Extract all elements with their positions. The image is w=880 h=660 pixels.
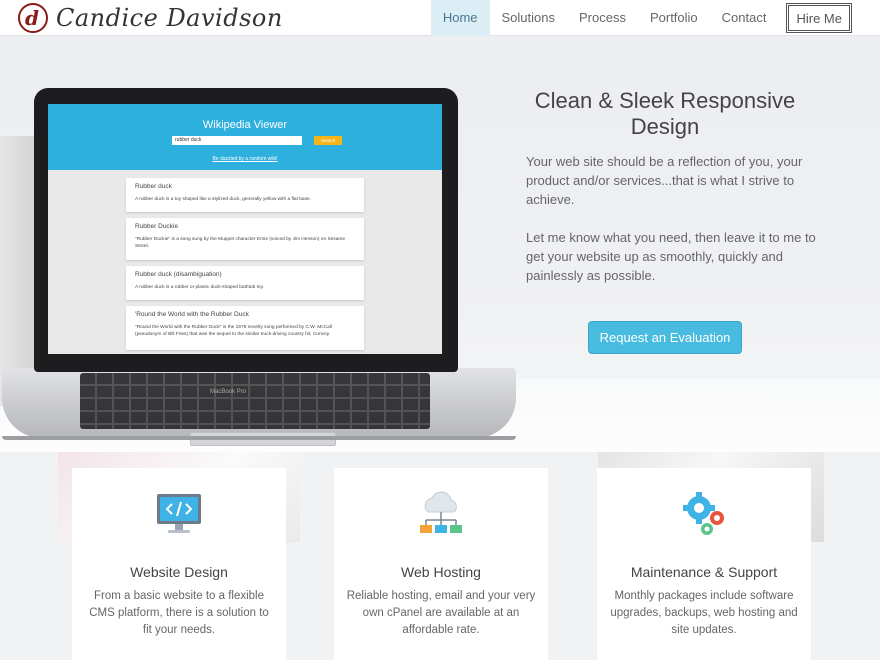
wiki-result-desc: A rubber duck is a rubber or plastic duc…: [135, 285, 264, 290]
wiki-result: 'Round the World with the Rubber Duck "R…: [126, 306, 364, 350]
wiki-result-title: Rubber duck: [135, 183, 172, 190]
nav-item-solutions[interactable]: Solutions: [490, 0, 567, 36]
service-title: Web Hosting: [401, 564, 481, 580]
hero-paragraph: Let me know what you need, then leave it…: [526, 230, 816, 283]
laptop-model-label: MacBook Pro: [210, 389, 247, 395]
hero-paragraph: Your web site should be a reflection of …: [526, 154, 803, 207]
request-evaluation-button[interactable]: Request an Evaluation: [588, 321, 742, 354]
wiki-result-title: Rubber duck (disambiguation): [135, 271, 222, 278]
wiki-result-desc: "Round the World with the Rubber Duck" i…: [135, 325, 332, 337]
service-desc: From a basic website to a flexible CMS p…: [89, 590, 269, 636]
laptop-keyboard: [80, 373, 430, 429]
nav-item-contact[interactable]: Contact: [710, 0, 779, 36]
service-desc: Monthly packages include software upgrad…: [610, 590, 798, 636]
brand-logo-icon: d: [18, 3, 48, 33]
brand-link[interactable]: d Candice Davidson: [18, 2, 283, 34]
wiki-result: Rubber duck A rubber duck is a toy shape…: [126, 178, 364, 212]
cloud-network-icon: [420, 491, 462, 533]
nav-item-process[interactable]: Process: [567, 0, 638, 36]
service-card-website-design: Website Design From a basic website to a…: [72, 468, 286, 660]
main-nav: Home Solutions Process Portfolio Contact…: [430, 0, 852, 36]
hire-me-button[interactable]: Hire Me: [786, 3, 852, 33]
wiki-result-title: 'Round the World with the Rubber Duck: [135, 311, 249, 318]
wiki-result: Rubber duck (disambiguation) A rubber du…: [126, 266, 364, 300]
service-card-maintenance: Maintenance & Support Monthly packages i…: [597, 468, 811, 660]
laptop-edge: [2, 436, 516, 440]
service-title: Maintenance & Support: [630, 564, 778, 580]
nav-item-home[interactable]: Home: [430, 0, 490, 36]
wiki-result: Rubber Duckie "Rubber Duckie" is a song …: [126, 218, 364, 260]
wiki-result-desc: "Rubber Duckie" is a song sung by the Mu…: [135, 237, 346, 249]
brand-name: Candice Davidson: [56, 4, 283, 32]
wiki-header: Wikipedia Viewer rubber duck Search Be d…: [48, 104, 442, 170]
wiki-random-link: Be dazzled by a random wiki!: [212, 156, 278, 162]
nav-item-portfolio[interactable]: Portfolio: [638, 0, 710, 36]
hero-title: Clean & Sleek Responsive Design: [534, 88, 796, 139]
service-title: Website Design: [130, 564, 228, 580]
hero-section: MacBook Pro Wikipedia Viewer rubber duck…: [0, 36, 880, 452]
wiki-search-input: rubber duck: [172, 136, 302, 145]
gears-icon: [683, 492, 724, 535]
wiki-title: Wikipedia Viewer: [202, 119, 288, 131]
services-section: Website Design From a basic website to a…: [0, 452, 880, 660]
wiki-result-desc: A rubber duck is a toy shaped like a sty…: [135, 197, 311, 202]
brand-logo-letter: d: [25, 6, 39, 30]
wiki-result-title: Rubber Duckie: [135, 223, 178, 230]
service-desc: Reliable hosting, email and your very ow…: [346, 590, 536, 636]
navbar: d Candice Davidson Home Solutions Proces…: [0, 0, 880, 36]
service-card-web-hosting: Web Hosting Reliable hosting, email and …: [334, 468, 548, 660]
wiki-search-button: Search: [314, 136, 342, 145]
code-monitor-icon: [157, 494, 201, 533]
laptop-screen: Wikipedia Viewer rubber duck Search Be d…: [48, 104, 442, 354]
